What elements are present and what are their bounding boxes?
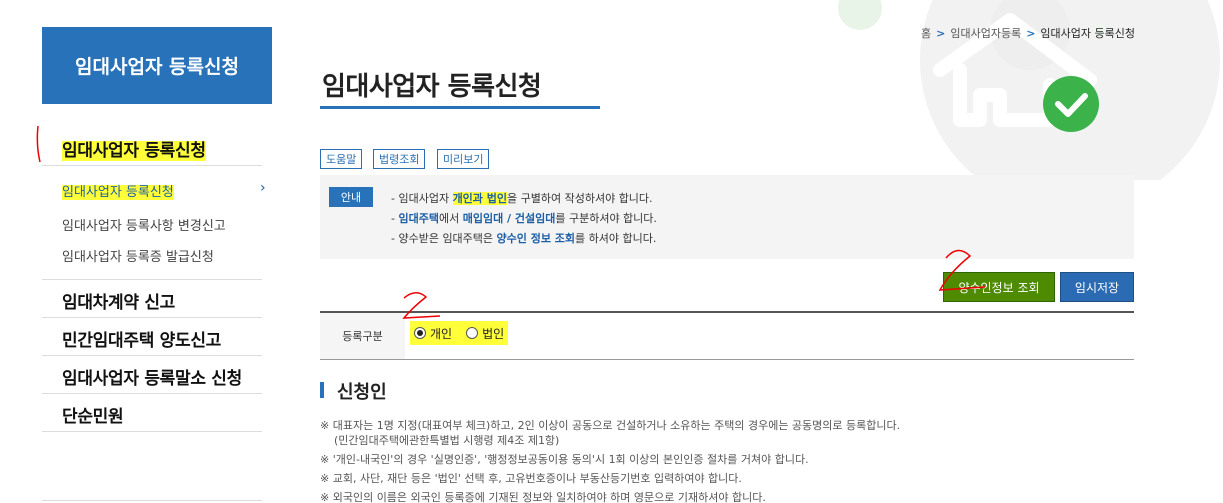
sidebar-section-cancel[interactable]: 임대사업자 등록말소 신청	[62, 364, 242, 389]
radio-individual[interactable]: 개인	[414, 325, 452, 342]
notice-line-1: - 임대사업자 개인과 법인을 구별하여 작성하셔야 합니다.	[391, 192, 653, 205]
radio-checked-icon[interactable]	[414, 327, 426, 339]
title-underline	[320, 106, 600, 109]
radio-unchecked-icon[interactable]	[466, 327, 479, 339]
sidebar-section-transfer[interactable]: 민간임대주택 양도신고	[62, 326, 221, 351]
transferee-lookup-button[interactable]: 양수인정보 조회	[943, 272, 1055, 302]
page-title: 임대사업자 등록신청	[322, 72, 542, 102]
law-lookup-button[interactable]: 법령조회	[373, 149, 426, 169]
sidebar-section-register-label: 임대사업자 등록신청	[62, 141, 206, 161]
radio-corporation[interactable]: 법인	[466, 325, 504, 342]
notice-line-3: - 양수받은 임대주택은 양수인 정보 조회를 하셔야 합니다.	[391, 232, 657, 245]
sidebar-section-register[interactable]: 임대사업자 등록신청	[62, 136, 206, 161]
note-item: ※ 외국인의 이름은 외국인 등록증에 기재된 정보와 일치하여야 하며 영문으…	[320, 491, 766, 503]
note-item: (민간임대주택에관한특별법 시행령 제4조 제1항)	[334, 434, 560, 447]
registration-type-radios: 개인 법인	[410, 321, 509, 345]
notes-list: ※ 대표자는 1명 지정(대표여부 체크)하고, 2인 이상이 공동으로 건설하…	[320, 418, 900, 503]
sidebar-header: 임대사업자 등록신청	[42, 27, 272, 104]
notice-tag: 안내	[329, 187, 373, 207]
section-title: 신청인	[337, 382, 387, 403]
chevron-right-icon: ›	[260, 180, 266, 196]
registration-type-label: 등록구분	[320, 313, 405, 359]
sidebar-item-register-label: 임대사업자 등록신청	[62, 185, 174, 200]
breadcrumb-level1[interactable]: 임대사업자등록	[950, 27, 1021, 40]
temp-save-button[interactable]: 임시저장	[1060, 272, 1134, 302]
sidebar-item-certificate[interactable]: 임대사업자 등록증 발급신청	[62, 246, 214, 265]
sidebar-item-register[interactable]: 임대사업자 등록신청	[62, 181, 174, 200]
sidebar-section-contract[interactable]: 임대차계약 신고	[62, 288, 175, 313]
help-button[interactable]: 도움말	[320, 149, 363, 169]
breadcrumb-home[interactable]: 홈	[921, 27, 931, 40]
breadcrumb-current: 임대사업자 등록신청	[1040, 27, 1135, 40]
note-item: ※ 교회, 사단, 재단 등은 '법인' 선택 후, 고유번호증이나 부동산등기…	[320, 472, 742, 485]
sidebar-section-simple[interactable]: 단순민원	[62, 402, 124, 427]
notice-line-2: - 임대주택에서 매입임대 / 건설임대를 구분하셔야 합니다.	[391, 212, 657, 225]
note-item: ※ '개인-내국인'의 경우 '실명인증', '행정정보공동이용 동의'시 1회…	[320, 453, 809, 466]
breadcrumb: 홈 > 임대사업자등록 > 임대사업자 등록신청	[921, 27, 1135, 40]
note-item: ※ 대표자는 1명 지정(대표여부 체크)하고, 2인 이상이 공동으로 건설하…	[320, 419, 901, 432]
section-bar	[320, 382, 324, 398]
preview-button[interactable]: 미리보기	[437, 149, 490, 169]
sidebar-item-change[interactable]: 임대사업자 등록사항 변경신고	[62, 215, 226, 234]
